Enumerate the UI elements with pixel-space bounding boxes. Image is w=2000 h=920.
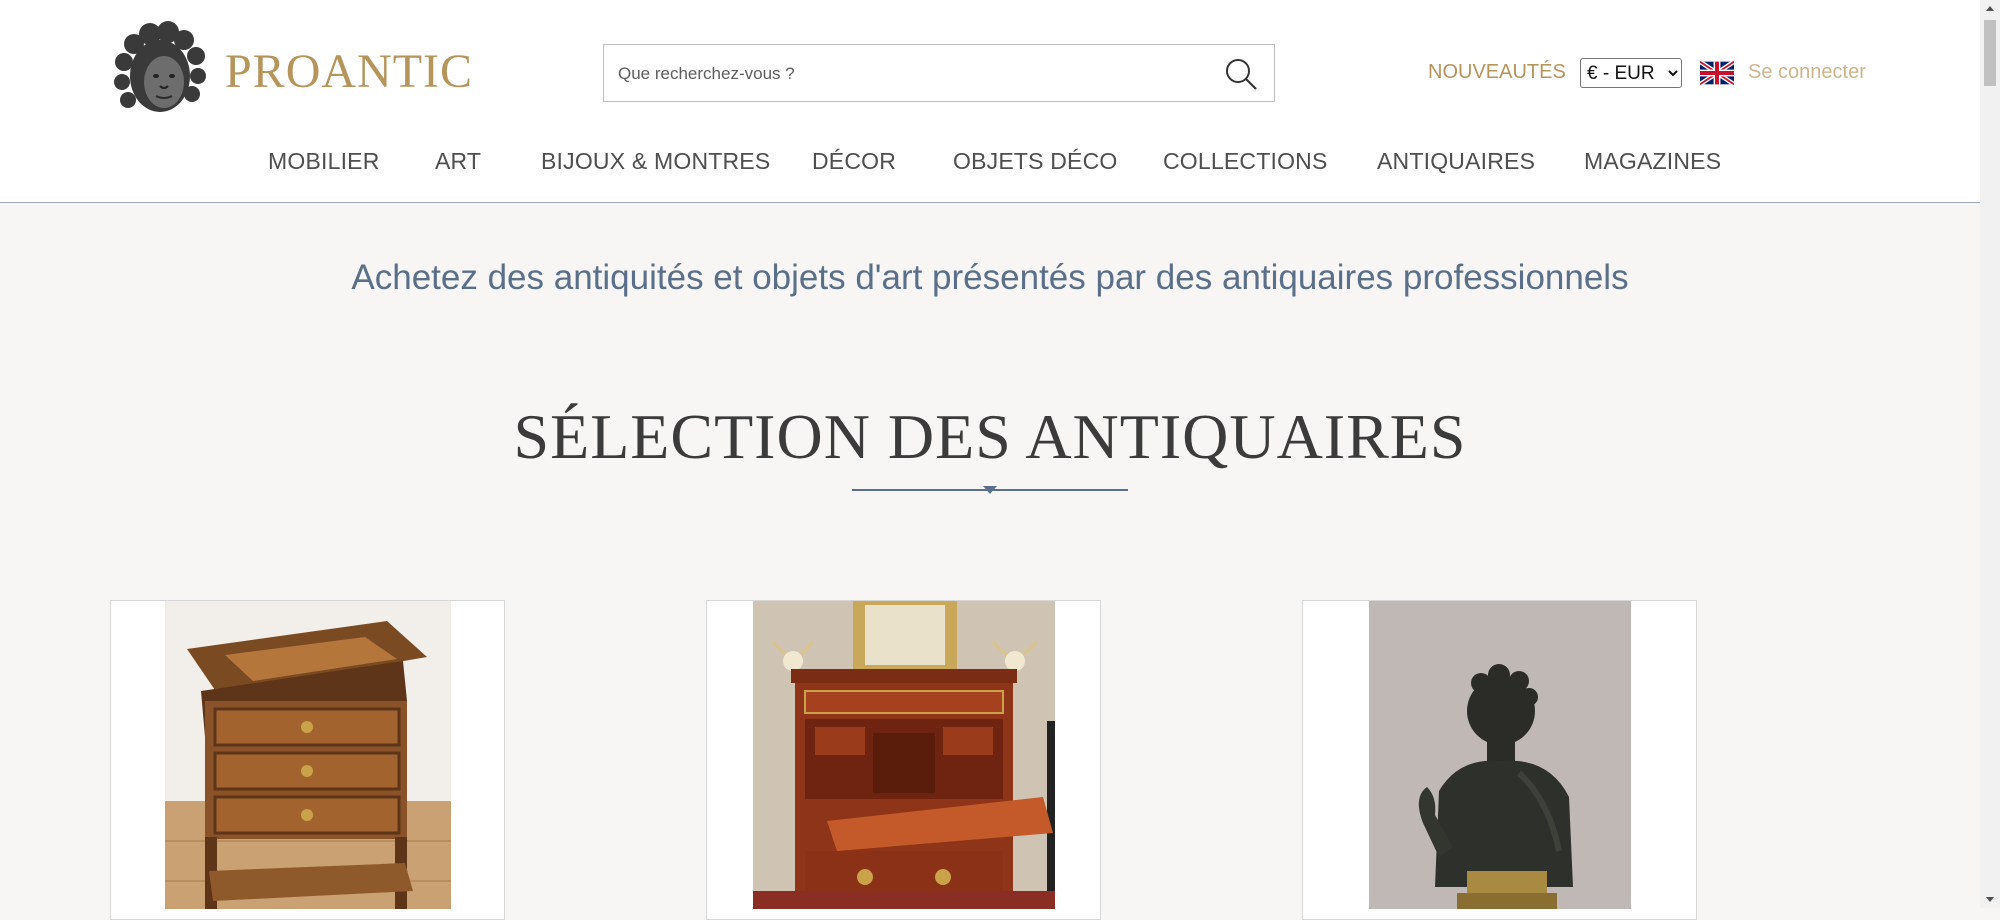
- nav-item-mobilier[interactable]: MOBILIER: [268, 148, 380, 175]
- main-nav: MOBILIER ART BIJOUX & MONTRES DÉCOR OBJE…: [0, 148, 1980, 180]
- brand-name[interactable]: PROANTIC: [225, 44, 473, 99]
- nav-item-antiquaires[interactable]: ANTIQUAIRES: [1377, 148, 1535, 175]
- nav-item-decor[interactable]: DÉCOR: [812, 148, 896, 175]
- section-title: SÉLECTION DES ANTIQUAIRES: [513, 401, 1467, 472]
- mahogany-secretary-desk-image[interactable]: [753, 601, 1055, 909]
- tagline: Achetez des antiquités et objets d'art p…: [351, 258, 1629, 297]
- uk-flag-icon[interactable]: [1700, 61, 1734, 85]
- nav-item-art[interactable]: ART: [435, 148, 481, 175]
- divider-diamond-icon: [983, 486, 997, 494]
- bronze-bust-image[interactable]: [1369, 601, 1631, 909]
- search-input[interactable]: [616, 59, 1200, 89]
- new-items-link[interactable]: NOUVEAUTÉS: [1428, 61, 1566, 84]
- login-link[interactable]: Se connecter: [1748, 61, 1866, 84]
- nav-item-collections[interactable]: COLLECTIONS: [1163, 148, 1328, 175]
- cherub-head-icon[interactable]: [110, 20, 210, 124]
- nav-item-objets-deco[interactable]: OBJETS DÉCO: [953, 148, 1118, 175]
- nav-item-magazines[interactable]: MAGAZINES: [1584, 148, 1721, 175]
- currency-select[interactable]: € - EUR: [1580, 58, 1682, 88]
- scroll-up-icon[interactable]: [1986, 6, 1994, 11]
- product-card[interactable]: [1302, 600, 1697, 920]
- scroll-down-icon[interactable]: [1986, 897, 1994, 902]
- page-scrollbar[interactable]: [1980, 0, 2000, 908]
- product-card[interactable]: [706, 600, 1101, 920]
- search-bar: [603, 44, 1275, 102]
- marquetry-side-table-image[interactable]: [165, 601, 451, 909]
- scrollbar-thumb[interactable]: [1984, 20, 1996, 86]
- site-header: PROANTIC NOUVEAUTÉS € - EUR Se connecter…: [0, 0, 1980, 203]
- product-card[interactable]: [110, 600, 505, 920]
- nav-item-bijoux-montres[interactable]: BIJOUX & MONTRES: [541, 148, 770, 175]
- search-icon[interactable]: [1224, 57, 1258, 91]
